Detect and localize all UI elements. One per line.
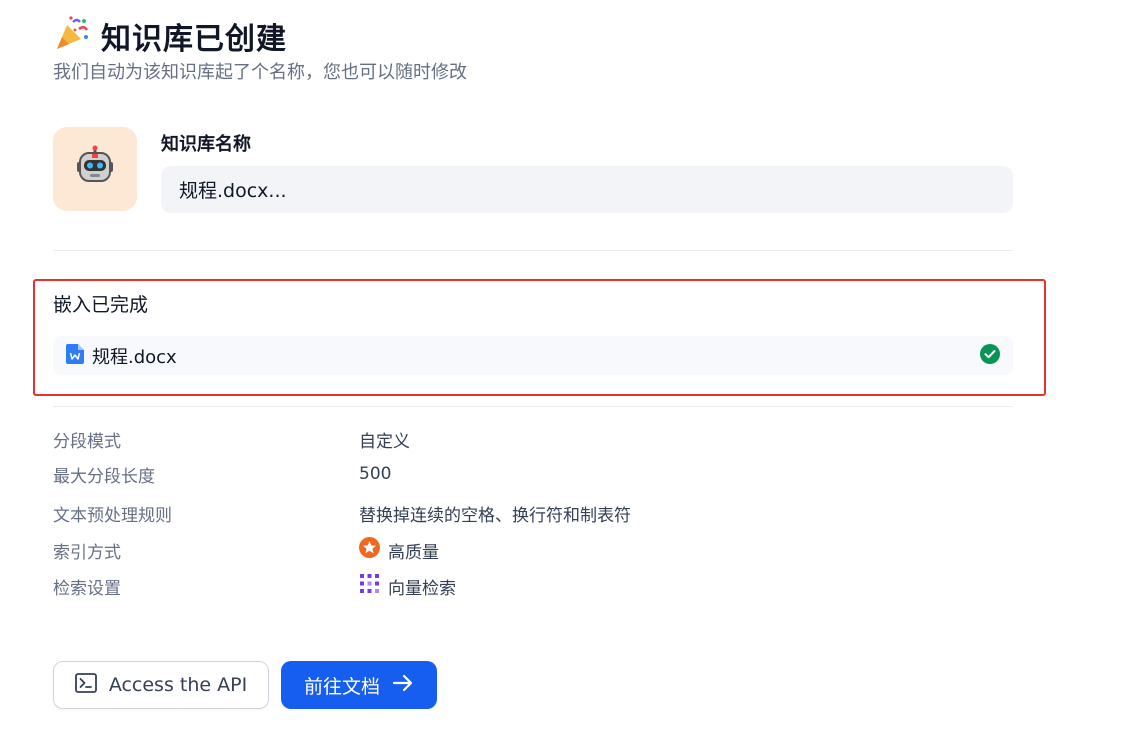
divider xyxy=(53,406,1013,407)
arrow-right-icon xyxy=(392,673,414,698)
title-row: 知识库已创建 xyxy=(53,14,287,58)
setting-value: 替换掉连续的空格、换行符和制表符 xyxy=(359,505,631,526)
setting-label: 最大分段长度 xyxy=(53,466,155,487)
setting-value: 高质量 xyxy=(388,542,439,563)
setting-label: 索引方式 xyxy=(53,542,121,563)
highlight-annotation xyxy=(33,279,1046,396)
page-subtitle: 我们自动为该知识库起了个名称，您也可以随时修改 xyxy=(53,62,467,83)
setting-row-retrieval: 检索设置 向量检索 xyxy=(53,573,456,599)
high-quality-icon xyxy=(359,537,380,563)
setting-label: 检索设置 xyxy=(53,578,121,599)
party-popper-icon xyxy=(53,15,91,57)
setting-value: 向量检索 xyxy=(388,578,456,599)
go-to-docs-label: 前往文档 xyxy=(303,675,380,698)
setting-value: 自定义 xyxy=(359,431,410,452)
page-title: 知识库已创建 xyxy=(101,22,287,57)
setting-label: 分段模式 xyxy=(53,431,121,452)
setting-row-max-length: 最大分段长度 500 xyxy=(53,461,391,487)
knowledge-name-input[interactable] xyxy=(161,166,1013,213)
setting-value: 500 xyxy=(359,464,392,484)
knowledge-name-label: 知识库名称 xyxy=(161,134,251,155)
setting-row-segment-mode: 分段模式 自定义 xyxy=(53,426,410,452)
divider xyxy=(53,250,1013,251)
knowledge-created-page: 知识库已创建 我们自动为该知识库起了个名称，您也可以随时修改 知识库名称 嵌入已… xyxy=(0,0,1146,735)
terminal-icon xyxy=(74,672,97,698)
setting-label: 文本预处理规则 xyxy=(53,505,172,526)
access-api-button[interactable]: Access the API xyxy=(53,661,269,709)
go-to-docs-button[interactable]: 前往文档 xyxy=(281,661,437,709)
knowledge-avatar[interactable] xyxy=(53,127,137,211)
vector-search-icon xyxy=(359,573,380,599)
robot-icon xyxy=(73,145,117,193)
setting-row-preprocess-rules: 文本预处理规则 替换掉连续的空格、换行符和制表符 xyxy=(53,500,631,526)
access-api-label: Access the API xyxy=(108,674,248,696)
setting-row-index-mode: 索引方式 高质量 xyxy=(53,537,439,563)
